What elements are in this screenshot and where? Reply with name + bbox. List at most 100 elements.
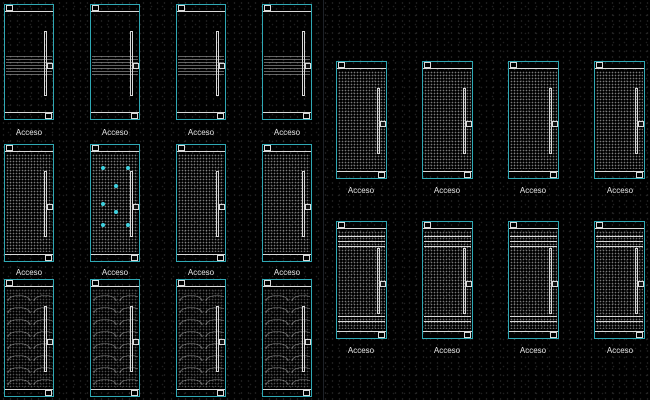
hinge-bottom (45, 255, 52, 261)
rail-line (424, 316, 471, 317)
door-right-r2-c1 (336, 221, 387, 339)
caption-left-r2-c2: Acceso (101, 268, 129, 277)
lock-box (219, 204, 225, 210)
hinge-bottom (217, 113, 224, 119)
door-left-r2-c4 (262, 144, 312, 262)
door-left-r2-c1 (4, 144, 54, 262)
lock-box (380, 121, 386, 127)
hinge-top (6, 5, 13, 11)
rail-line (424, 246, 471, 247)
caption-right-r1-c4: Acceso (606, 186, 634, 195)
rail-line (510, 316, 557, 317)
lock-box (380, 281, 386, 287)
lock-box (47, 63, 53, 69)
hinge-top (178, 5, 185, 11)
door-right-r2-c3 (508, 221, 559, 339)
hinge-bottom (550, 332, 557, 338)
door-left-r3-c3 (176, 279, 226, 397)
rail-line (510, 241, 557, 242)
lock-box (47, 339, 53, 345)
caption-right-r2-c3: Acceso (519, 346, 547, 355)
ornament-dot (101, 223, 105, 227)
hinge-top (178, 280, 185, 286)
door-left-r3-c1 (4, 279, 54, 397)
rail-line (596, 246, 643, 247)
rail-line (596, 241, 643, 242)
caption-right-r2-c2: Acceso (433, 346, 461, 355)
hinge-top (92, 5, 99, 11)
hinge-bottom (131, 390, 138, 396)
hinge-top (596, 62, 603, 68)
lock-box (47, 204, 53, 210)
caption-left-r2-c4: Acceso (273, 268, 301, 277)
ornament-dot (101, 166, 105, 170)
hinge-bottom (217, 255, 224, 261)
rail-line (338, 241, 385, 242)
lock-box (133, 339, 139, 345)
hinge-top (338, 222, 345, 228)
door-right-r1-c1 (336, 61, 387, 179)
rail-line (424, 236, 471, 237)
caption-right-r1-c1: Acceso (347, 186, 375, 195)
lock-box (552, 281, 558, 287)
rail-line (510, 246, 557, 247)
hinge-bottom (303, 390, 310, 396)
door-right-r2-c4 (594, 221, 645, 339)
hinge-bottom (303, 255, 310, 261)
caption-left-r1-c1: Acceso (15, 128, 43, 137)
hinge-top (92, 280, 99, 286)
rail-line (338, 316, 385, 317)
door-left-r1-c4 (262, 4, 312, 120)
rail-line (596, 321, 643, 322)
hinge-top (264, 5, 271, 11)
rail-line (510, 236, 557, 237)
hinge-bottom (378, 172, 385, 178)
hinge-bottom (131, 255, 138, 261)
door-right-r1-c3 (508, 61, 559, 179)
hinge-top (424, 222, 431, 228)
hinge-top (264, 280, 271, 286)
cad-drawing-canvas: Acceso Acceso Acceso Acceso Acceso Acceso Acce… (0, 0, 650, 400)
door-left-r3-c2 (90, 279, 140, 397)
caption-left-r1-c2: Acceso (101, 128, 129, 137)
door-left-r1-c1 (4, 4, 54, 120)
rail-line (424, 321, 471, 322)
caption-left-r2-c1: Acceso (15, 268, 43, 277)
lock-box (466, 121, 472, 127)
hinge-top (92, 145, 99, 151)
rail-line (338, 246, 385, 247)
hinge-top (6, 280, 13, 286)
lock-box (133, 204, 139, 210)
hinge-bottom (464, 332, 471, 338)
door-right-r1-c2 (422, 61, 473, 179)
hinge-top (264, 145, 271, 151)
caption-left-r1-c4: Acceso (273, 128, 301, 137)
hinge-top (596, 222, 603, 228)
hinge-top (510, 62, 517, 68)
hinge-bottom (636, 332, 643, 338)
lock-box (638, 121, 644, 127)
ornament-dot (101, 202, 105, 206)
hinge-bottom (131, 113, 138, 119)
lock-box (305, 204, 311, 210)
rail-line (510, 321, 557, 322)
caption-left-r1-c3: Acceso (187, 128, 215, 137)
rail-line (424, 241, 471, 242)
hinge-bottom (636, 172, 643, 178)
hinge-top (510, 222, 517, 228)
hinge-bottom (45, 390, 52, 396)
door-left-r1-c2 (90, 4, 140, 120)
caption-right-r1-c2: Acceso (433, 186, 461, 195)
hinge-bottom (464, 172, 471, 178)
ornament-dot (114, 184, 118, 188)
lock-box (305, 63, 311, 69)
lock-box (466, 281, 472, 287)
hinge-top (338, 62, 345, 68)
lock-box (305, 339, 311, 345)
ornament-dot (114, 210, 118, 214)
caption-right-r1-c3: Acceso (519, 186, 547, 195)
caption-right-r2-c4: Acceso (606, 346, 634, 355)
lock-box (638, 281, 644, 287)
caption-left-r2-c3: Acceso (187, 268, 215, 277)
hinge-bottom (303, 113, 310, 119)
